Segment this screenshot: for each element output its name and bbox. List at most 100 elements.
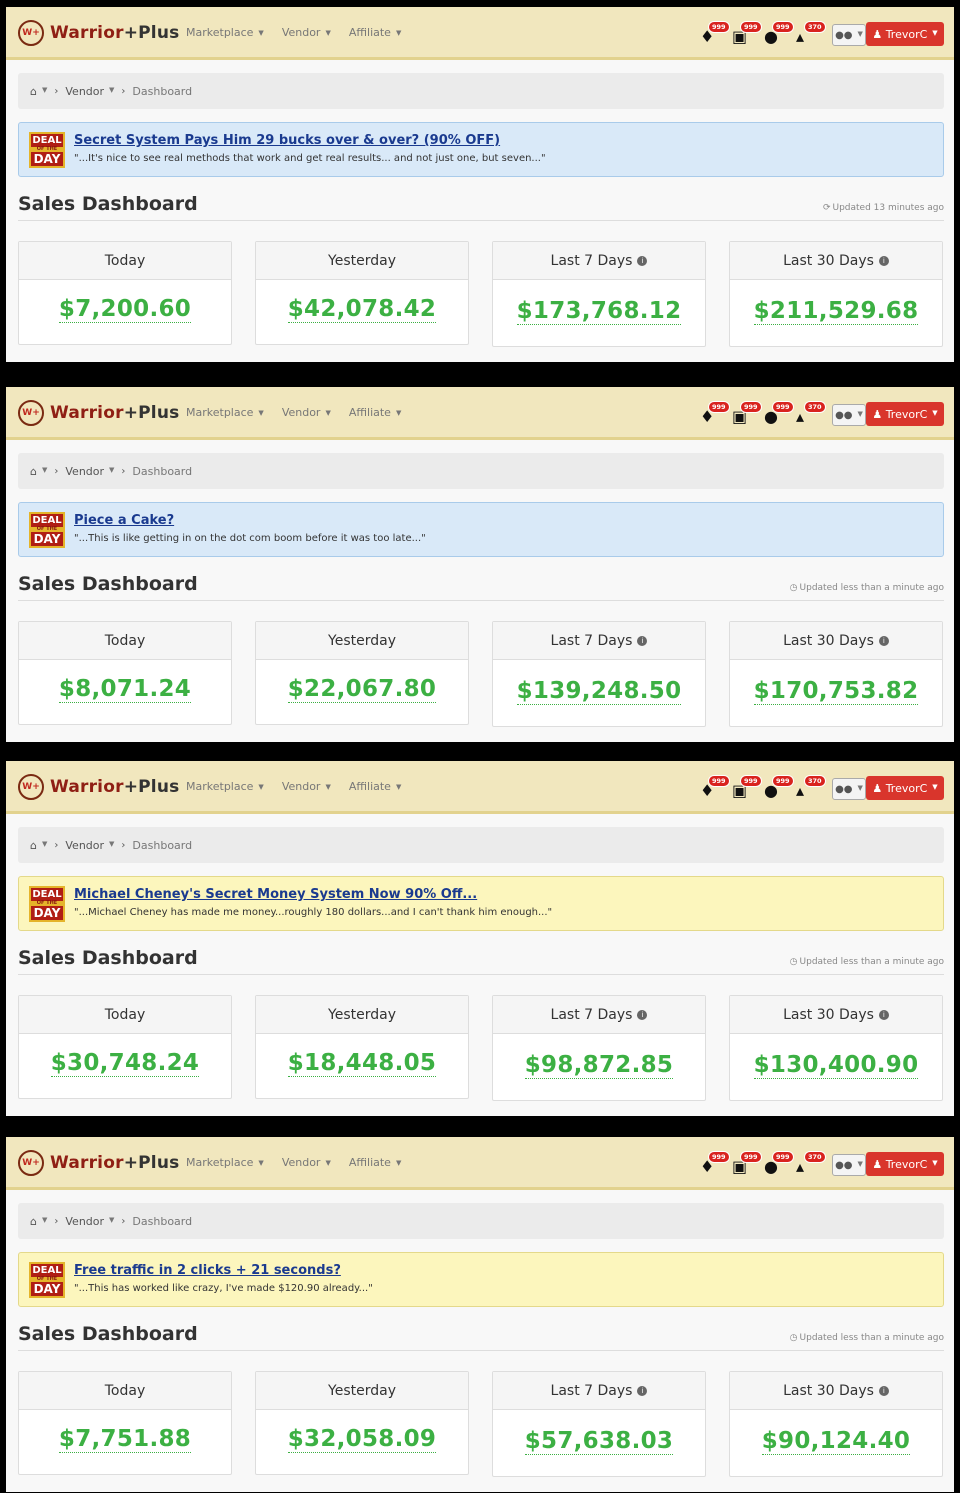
cart-icon[interactable]: ▴ 370	[794, 21, 826, 47]
cart-icon-glyph: ▴	[796, 27, 805, 46]
groups-dropdown-button[interactable]: ●● ▼	[832, 1154, 866, 1176]
brand-logo[interactable]: W+ Warrior+Plus	[18, 773, 179, 801]
stat-card-value[interactable]: $130,400.90	[753, 1052, 919, 1079]
stat-card-value[interactable]: $42,078.42	[287, 296, 437, 323]
bell-icon[interactable]: ♦ 999	[698, 401, 730, 427]
nav-vendor[interactable]: Vendor ▼	[282, 26, 331, 39]
nav-affiliate[interactable]: Affiliate ▼	[349, 1156, 401, 1169]
brand-name: Warrior	[50, 403, 124, 423]
stat-card-1: Yesterday $42,078.42	[255, 241, 469, 345]
money-icon[interactable]: ▣ 999	[730, 21, 762, 47]
nav-vendor[interactable]: Vendor ▼	[282, 780, 331, 793]
user-menu-button[interactable]: ♟ TrevorC ▼	[866, 22, 944, 46]
nav-marketplace[interactable]: Marketplace ▼	[186, 780, 264, 793]
nav-affiliate[interactable]: Affiliate ▼	[349, 780, 401, 793]
deal-badge-icon: DEAL OF THE DAY	[29, 132, 65, 168]
deal-title-link[interactable]: Piece a Cake?	[74, 513, 174, 528]
info-icon[interactable]: i	[878, 1009, 889, 1020]
users-icon[interactable]: ● 999	[762, 401, 794, 427]
users-icon: ●●	[835, 783, 853, 795]
stat-card-value[interactable]: $139,248.50	[516, 678, 682, 705]
stat-card-label: Last 30 Days	[783, 1382, 874, 1399]
money-icon[interactable]: ▣ 999	[730, 775, 762, 801]
updated-status: ⟳ Updated 13 minutes ago	[822, 203, 944, 213]
nav-affiliate[interactable]: Affiliate ▼	[349, 406, 401, 419]
stat-card-value[interactable]: $18,448.05	[287, 1050, 437, 1077]
user-icon: ♟	[872, 27, 886, 41]
cart-icon[interactable]: ▴ 370	[794, 775, 826, 801]
home-icon[interactable]: ⌂	[30, 1215, 37, 1228]
bell-icon[interactable]: ♦ 999	[698, 21, 730, 47]
stat-card-value[interactable]: $7,751.88	[58, 1426, 192, 1453]
stat-card-value[interactable]: $211,529.68	[753, 298, 919, 325]
groups-dropdown-button[interactable]: ●● ▼	[832, 404, 866, 426]
breadcrumb-separator-icon: ›	[54, 1215, 59, 1227]
breadcrumb-vendor[interactable]: Vendor	[65, 85, 104, 98]
users-icon: ●●	[835, 1159, 853, 1171]
caret-down-icon: ▼	[395, 1159, 402, 1167]
stat-card-label: Today	[104, 1382, 146, 1399]
info-icon[interactable]: i	[878, 255, 889, 266]
stat-card-value[interactable]: $8,071.24	[58, 676, 192, 703]
money-icon[interactable]: ▣ 999	[730, 401, 762, 427]
cart-icon[interactable]: ▴ 370	[794, 1151, 826, 1177]
breadcrumb-vendor[interactable]: Vendor	[65, 1215, 104, 1228]
stat-card-3: Last 30 Days i $211,529.68	[729, 241, 943, 347]
cart-icon[interactable]: ▴ 370	[794, 401, 826, 427]
users-icon[interactable]: ● 999	[762, 775, 794, 801]
breadcrumb-vendor[interactable]: Vendor	[65, 465, 104, 478]
nav-marketplace[interactable]: Marketplace ▼	[186, 26, 264, 39]
home-icon[interactable]: ⌂	[30, 839, 37, 852]
users-icon[interactable]: ● 999	[762, 1151, 794, 1177]
notification-badge: 999	[708, 1151, 730, 1163]
deal-title-link[interactable]: Michael Cheney's Secret Money System Now…	[74, 887, 477, 902]
stat-card-value[interactable]: $22,067.80	[287, 676, 437, 703]
deal-of-the-day-banner: DEAL OF THE DAY Michael Cheney's Secret Mo…	[18, 876, 944, 931]
brand-logo[interactable]: W+ Warrior+Plus	[18, 19, 179, 47]
groups-dropdown-button[interactable]: ●● ▼	[832, 24, 866, 46]
nav-icons: ♦ 999 ▣ 999 ● 999 ▴ 370	[698, 21, 826, 47]
user-icon: ♟	[872, 1157, 886, 1171]
user-menu-button[interactable]: ♟ TrevorC ▼	[866, 1152, 944, 1176]
nav-icons: ♦ 999 ▣ 999 ● 999 ▴ 370	[698, 1151, 826, 1177]
stat-card-value[interactable]: $173,768.12	[516, 298, 682, 325]
stat-card-value[interactable]: $7,200.60	[58, 296, 192, 323]
brand-logo[interactable]: W+ Warrior+Plus	[18, 1149, 179, 1177]
info-icon[interactable]: i	[637, 1385, 648, 1396]
nav-affiliate[interactable]: Affiliate ▼	[349, 26, 401, 39]
stat-card-value[interactable]: $32,058.09	[287, 1426, 437, 1453]
stat-card-value[interactable]: $170,753.82	[753, 678, 919, 705]
deal-quote: "...This has worked like crazy, I've mad…	[74, 1283, 373, 1294]
stat-card-value[interactable]: $98,872.85	[524, 1052, 674, 1079]
nav-marketplace[interactable]: Marketplace ▼	[186, 1156, 264, 1169]
info-icon[interactable]: i	[878, 635, 889, 646]
nav-marketplace[interactable]: Marketplace ▼	[186, 406, 264, 419]
info-icon[interactable]: i	[637, 635, 648, 646]
info-icon[interactable]: i	[637, 1009, 648, 1020]
bell-icon[interactable]: ♦ 999	[698, 1151, 730, 1177]
nav-vendor[interactable]: Vendor ▼	[282, 1156, 331, 1169]
breadcrumb-vendor[interactable]: Vendor	[65, 839, 104, 852]
user-menu-button[interactable]: ♟ TrevorC ▼	[866, 776, 944, 800]
info-icon[interactable]: i	[878, 1385, 889, 1396]
deal-title-link[interactable]: Secret System Pays Him 29 bucks over & o…	[74, 133, 500, 148]
stat-card-value[interactable]: $30,748.24	[50, 1050, 200, 1077]
nav-vendor[interactable]: Vendor ▼	[282, 406, 331, 419]
groups-dropdown-button[interactable]: ●● ▼	[832, 778, 866, 800]
stat-card-header: Yesterday	[256, 622, 468, 660]
stat-card-value[interactable]: $57,638.03	[524, 1428, 674, 1455]
deal-of-the-day-banner: DEAL OF THE DAY Piece a Cake? "...This is …	[18, 502, 944, 557]
users-icon[interactable]: ● 999	[762, 21, 794, 47]
brand-logo[interactable]: W+ Warrior+Plus	[18, 399, 179, 427]
home-icon[interactable]: ⌂	[30, 85, 37, 98]
home-icon[interactable]: ⌂	[30, 465, 37, 478]
deal-title-link[interactable]: Free traffic in 2 clicks + 21 seconds?	[74, 1263, 341, 1278]
money-icon[interactable]: ▣ 999	[730, 1151, 762, 1177]
info-icon[interactable]: i	[637, 255, 648, 266]
notification-badge: 999	[740, 775, 762, 787]
stat-card-label: Today	[104, 1006, 146, 1023]
stat-card-3: Last 30 Days i $170,753.82	[729, 621, 943, 727]
bell-icon[interactable]: ♦ 999	[698, 775, 730, 801]
user-menu-button[interactable]: ♟ TrevorC ▼	[866, 402, 944, 426]
stat-card-value[interactable]: $90,124.40	[761, 1428, 911, 1455]
